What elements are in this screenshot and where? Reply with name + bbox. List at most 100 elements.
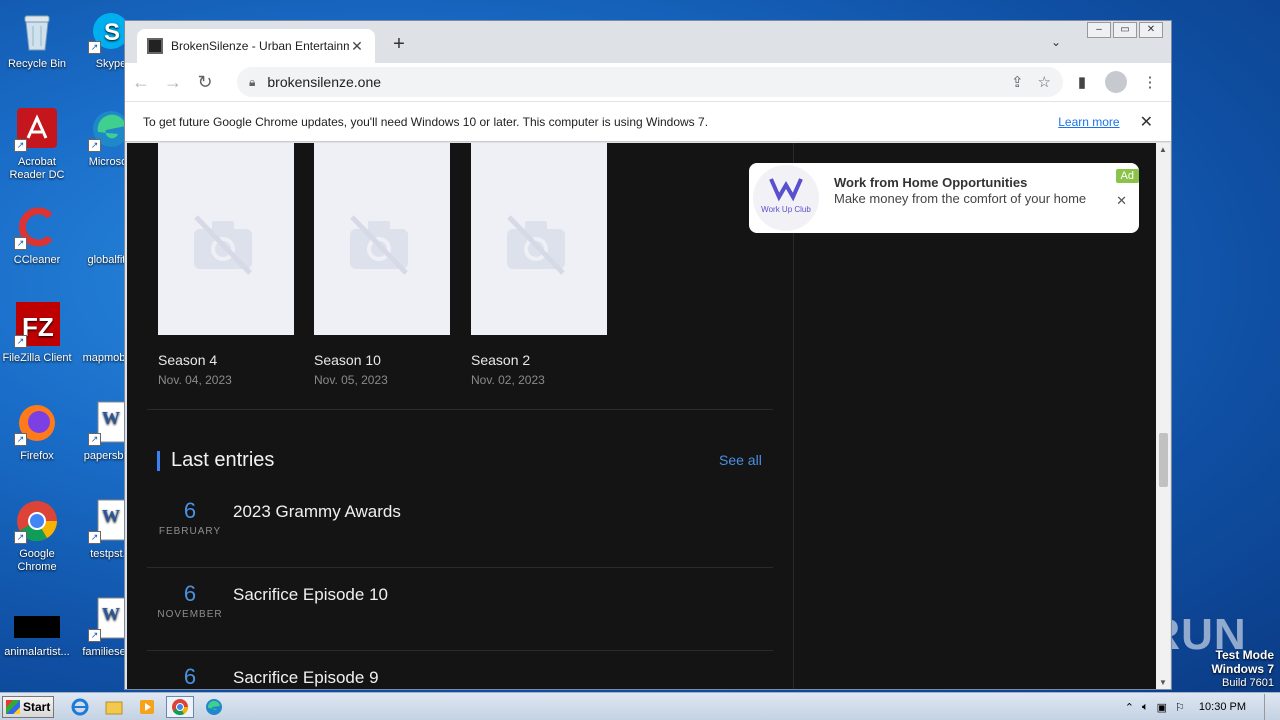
profile-avatar-icon[interactable]: [1105, 71, 1127, 93]
page-viewport: Season 4 Nov. 04, 2023 Season 10 Nov. 05…: [127, 143, 1157, 689]
bookmark-star-icon[interactable]: ☆: [1038, 73, 1051, 91]
taskbar-media-player-icon[interactable]: [133, 696, 161, 718]
entry-day: 6: [183, 664, 197, 689]
infobar-close-icon[interactable]: ✕: [1140, 112, 1153, 132]
network-icon[interactable]: ▣: [1157, 701, 1167, 714]
ad-body[interactable]: Make money from the comfort of your home: [834, 191, 1094, 207]
taskbar: Start ⌃ 🔈︎ ▣ ⚐ 10:30 PM: [0, 692, 1280, 720]
taskbar-edge-icon[interactable]: [200, 696, 228, 718]
test-mode-line3: Build 7601: [1222, 677, 1274, 689]
season-card[interactable]: Season 2 Nov. 02, 2023: [471, 143, 607, 387]
taskbar-explorer-icon[interactable]: [100, 696, 128, 718]
desktop-icon-label: Google Chrome: [17, 548, 57, 573]
acrobat-icon: ↗: [14, 106, 60, 152]
ad-logo-text: Work Up Club: [761, 205, 811, 214]
ad-logo: Work Up Club: [753, 165, 819, 231]
show-desktop-button[interactable]: [1264, 694, 1274, 720]
entry-title[interactable]: Sacrifice Episode 10: [233, 585, 388, 605]
test-mode-notice: Test Mode Windows 7 Build 7601: [1211, 648, 1274, 690]
season-card[interactable]: Season 4 Nov. 04, 2023: [158, 143, 294, 387]
scrollbar-thumb[interactable]: [1159, 433, 1168, 487]
card-title[interactable]: Season 2: [471, 352, 607, 368]
learn-more-link[interactable]: Learn more: [1058, 115, 1119, 129]
entry-title[interactable]: Sacrifice Episode 9: [233, 668, 379, 688]
entry-item[interactable]: 6 Sacrifice Episode 9: [147, 650, 773, 689]
url-text[interactable]: brokensilenze.one: [267, 74, 997, 90]
desktop-icon-recycle-bin[interactable]: Recycle Bin: [0, 8, 74, 71]
filezilla-icon: FZ ↗: [14, 302, 60, 348]
ad-notification[interactable]: Work Up Club Work from Home Opportunitie…: [749, 163, 1139, 233]
forward-button[interactable]: →: [157, 72, 189, 93]
scroll-up-icon[interactable]: ▲: [1156, 145, 1170, 154]
lock-icon[interactable]: 🔒︎: [249, 75, 255, 90]
tab-strip: BrokenSilenze - Urban Entertainment ✕ + …: [125, 21, 1171, 63]
see-all-link[interactable]: See all: [719, 452, 762, 468]
entry-month: FEBRUARY: [158, 526, 222, 537]
desktop-icon-firefox[interactable]: ↗ Firefox: [0, 400, 74, 463]
desktop-icon-acrobat[interactable]: ↗ Acrobat Reader DC: [0, 106, 74, 182]
no-image-camera-icon: [194, 215, 252, 275]
last-entries-header: Last entries: [157, 449, 274, 472]
side-panel-icon[interactable]: ▮: [1071, 73, 1093, 91]
card-title[interactable]: Season 4: [158, 352, 294, 368]
svg-text:W: W: [102, 506, 120, 526]
infobar-message: To get future Google Chrome updates, you…: [143, 114, 709, 129]
taskbar-ie-icon[interactable]: [66, 696, 94, 718]
thumbnail-placeholder[interactable]: [471, 143, 607, 335]
entry-day: 6: [183, 498, 197, 523]
card-date: Nov. 02, 2023: [471, 373, 545, 387]
svg-text:S: S: [104, 19, 120, 46]
season-card[interactable]: Season 10 Nov. 05, 2023: [314, 143, 450, 387]
desktop-icon-label: FileZilla Client: [2, 352, 72, 364]
test-mode-line1: Test Mode: [1215, 648, 1274, 662]
taskbar-chrome-icon[interactable]: [166, 696, 194, 718]
scroll-down-icon[interactable]: ▼: [1156, 678, 1170, 687]
reload-button[interactable]: ↻: [189, 72, 221, 93]
thumbnail-placeholder[interactable]: [158, 143, 294, 335]
section-divider: [147, 409, 773, 410]
entry-month: NOVEMBER: [157, 609, 223, 620]
entry-item[interactable]: 6 FEBRUARY 2023 Grammy Awards: [147, 484, 773, 567]
share-icon[interactable]: ⇪: [1011, 73, 1024, 91]
ad-headline[interactable]: Work from Home Opportunities: [834, 175, 1027, 190]
close-tab-icon[interactable]: ✕: [349, 38, 365, 55]
ccleaner-icon: ↗: [14, 204, 60, 250]
action-center-flag-icon[interactable]: ⚐: [1175, 701, 1185, 714]
recycle-bin-icon: [14, 8, 60, 54]
volume-icon[interactable]: 🔈︎: [1142, 701, 1149, 714]
clock[interactable]: 10:30 PM: [1199, 701, 1246, 713]
section-title: Last entries: [171, 449, 275, 471]
card-date: Nov. 04, 2023: [158, 373, 232, 387]
entry-item[interactable]: 6 NOVEMBER Sacrifice Episode 10: [147, 567, 773, 650]
tray-expand-icon[interactable]: ⌃: [1125, 701, 1134, 714]
card-title[interactable]: Season 10: [314, 352, 450, 368]
back-button[interactable]: ←: [125, 72, 157, 93]
browser-tab[interactable]: BrokenSilenze - Urban Entertainment ✕: [137, 29, 375, 63]
ad-badge: Ad: [1115, 169, 1139, 183]
update-infobar: To get future Google Chrome updates, you…: [125, 101, 1171, 142]
page-scrollbar[interactable]: ▲ ▼: [1156, 143, 1170, 689]
desktop-icon-label: CCleaner: [13, 254, 61, 266]
ad-close-icon[interactable]: ✕: [1116, 193, 1127, 209]
desktop-icon-google-chrome[interactable]: ↗ Google Chrome: [0, 498, 74, 574]
svg-text:W: W: [102, 604, 120, 624]
main-column: Season 4 Nov. 04, 2023 Season 10 Nov. 05…: [127, 143, 793, 689]
test-mode-line2: Windows 7: [1211, 662, 1274, 676]
chrome-window: – ▭ ✕ BrokenSilenze - Urban Entertainmen…: [124, 20, 1172, 690]
menu-kebab-icon[interactable]: ⋮: [1139, 73, 1161, 91]
tab-title: BrokenSilenze - Urban Entertainment: [171, 39, 349, 53]
start-button[interactable]: Start: [2, 696, 54, 718]
entry-title[interactable]: 2023 Grammy Awards: [233, 502, 401, 522]
desktop-icon-label: animalartist...: [4, 646, 70, 658]
chrome-icon: ↗: [14, 498, 60, 544]
desktop-icon-filezilla[interactable]: FZ ↗ FileZilla Client: [0, 302, 74, 365]
heading-accent-bar: [157, 450, 160, 471]
tab-search-icon[interactable]: ⌄: [1051, 35, 1061, 49]
address-bar[interactable]: 🔒︎ brokensilenze.one ⇪ ☆: [237, 67, 1063, 97]
new-tab-button[interactable]: +: [387, 33, 411, 56]
desktop-icon-ccleaner[interactable]: ↗ CCleaner: [0, 204, 74, 267]
desktop-icon-label: Skype: [95, 58, 127, 70]
site-favicon-icon: [147, 38, 163, 54]
desktop-icon-animalartist[interactable]: animalartist...: [0, 596, 74, 659]
thumbnail-placeholder[interactable]: [314, 143, 450, 335]
